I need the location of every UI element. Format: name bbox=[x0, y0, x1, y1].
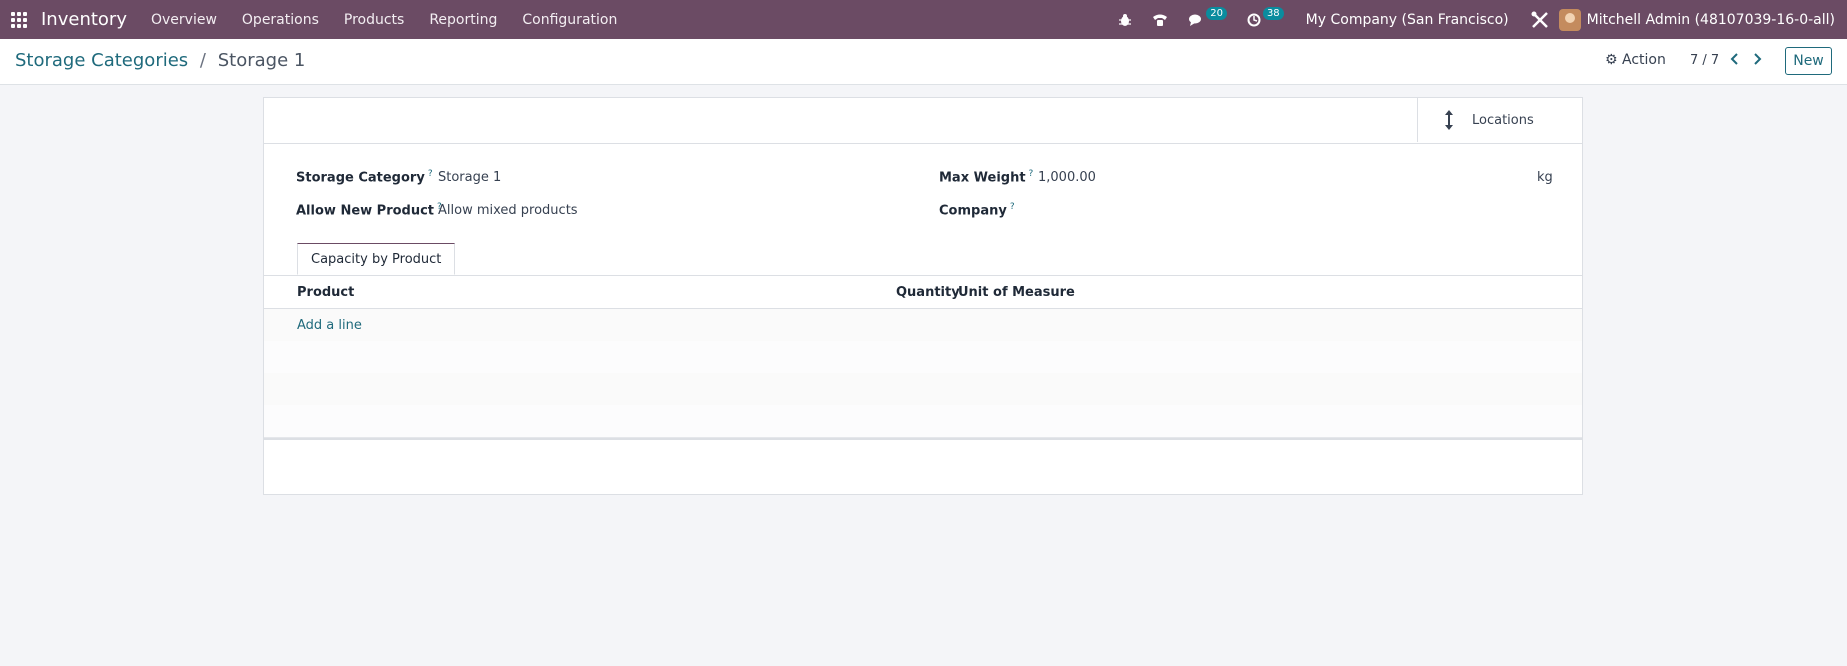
column-quantity[interactable]: Quantity bbox=[896, 285, 960, 300]
locations-label: Locations bbox=[1472, 112, 1534, 128]
chevron-left-icon[interactable] bbox=[1728, 49, 1742, 69]
table-row: Add a line bbox=[264, 309, 1582, 342]
systray: 20 38 My Company (San Francisco) Mitchel… bbox=[1108, 0, 1847, 39]
tools-icon[interactable] bbox=[1531, 11, 1549, 29]
allow-new-product-label: Allow New Product? bbox=[296, 202, 442, 219]
add-line-link[interactable]: Add a line bbox=[297, 318, 362, 333]
clock-icon[interactable]: 38 bbox=[1247, 7, 1284, 27]
phone-icon[interactable] bbox=[1152, 13, 1168, 27]
apps-grid-icon[interactable] bbox=[11, 11, 27, 28]
app-name[interactable]: Inventory bbox=[41, 9, 127, 30]
help-icon[interactable]: ? bbox=[1029, 169, 1034, 179]
vertical-arrows-icon bbox=[1444, 109, 1454, 131]
action-label: Action bbox=[1622, 52, 1666, 68]
company-label: Company? bbox=[939, 202, 1015, 219]
allow-new-product-field[interactable]: Allow mixed products bbox=[438, 203, 578, 218]
chevron-right-icon[interactable] bbox=[1750, 49, 1764, 69]
breadcrumb: Storage Categories / Storage 1 bbox=[15, 50, 305, 71]
breadcrumb-separator: / bbox=[199, 50, 206, 71]
table-row bbox=[264, 341, 1582, 374]
new-button[interactable]: New bbox=[1785, 47, 1832, 75]
button-box: Locations bbox=[264, 98, 1582, 144]
help-icon[interactable]: ? bbox=[1010, 202, 1015, 212]
avatar[interactable] bbox=[1558, 8, 1581, 31]
bug-icon[interactable] bbox=[1118, 13, 1132, 27]
menu-overview[interactable]: Overview bbox=[151, 12, 217, 28]
help-icon[interactable]: ? bbox=[428, 169, 433, 179]
user-menu[interactable]: Mitchell Admin (48107039-16-0-all) bbox=[1587, 12, 1835, 28]
messages-badge: 20 bbox=[1206, 7, 1227, 20]
locations-stat-button[interactable]: Locations bbox=[1417, 98, 1582, 142]
company-switcher[interactable]: My Company (San Francisco) bbox=[1306, 12, 1509, 28]
breadcrumb-current: Storage 1 bbox=[217, 50, 306, 71]
column-unit-of-measure[interactable]: Unit of Measure bbox=[958, 285, 1075, 300]
table-row bbox=[264, 373, 1582, 406]
max-weight-unit: kg bbox=[1537, 170, 1553, 185]
menu-operations[interactable]: Operations bbox=[242, 12, 319, 28]
storage-category-field[interactable]: Storage 1 bbox=[438, 170, 501, 185]
top-navbar: Inventory Overview Operations Products R… bbox=[0, 0, 1847, 39]
table-header: Product Quantity Unit of Measure bbox=[264, 276, 1582, 309]
chat-icon[interactable]: 20 bbox=[1188, 7, 1227, 27]
gear-icon: ⚙ bbox=[1605, 52, 1618, 68]
tab-capacity-by-product[interactable]: Capacity by Product bbox=[297, 243, 456, 275]
max-weight-field[interactable]: 1,000.00 bbox=[1038, 170, 1096, 185]
breadcrumb-parent[interactable]: Storage Categories bbox=[15, 50, 188, 71]
action-button[interactable]: ⚙ Action bbox=[1605, 52, 1666, 68]
form-sheet: Locations Storage Category? Storage 1 Al… bbox=[263, 97, 1583, 495]
menu-reporting[interactable]: Reporting bbox=[429, 12, 497, 28]
control-panel: Storage Categories / Storage 1 ⚙ Action … bbox=[0, 39, 1847, 85]
menu-configuration[interactable]: Configuration bbox=[522, 12, 617, 28]
pager-value[interactable]: 7 / 7 bbox=[1690, 53, 1719, 68]
table-bottom-border bbox=[264, 438, 1582, 440]
menu-products[interactable]: Products bbox=[344, 12, 404, 28]
storage-category-label: Storage Category? bbox=[296, 169, 433, 186]
column-product[interactable]: Product bbox=[297, 285, 354, 300]
max-weight-label: Max Weight? bbox=[939, 169, 1034, 186]
activities-badge: 38 bbox=[1262, 7, 1284, 20]
table-row bbox=[264, 405, 1582, 438]
